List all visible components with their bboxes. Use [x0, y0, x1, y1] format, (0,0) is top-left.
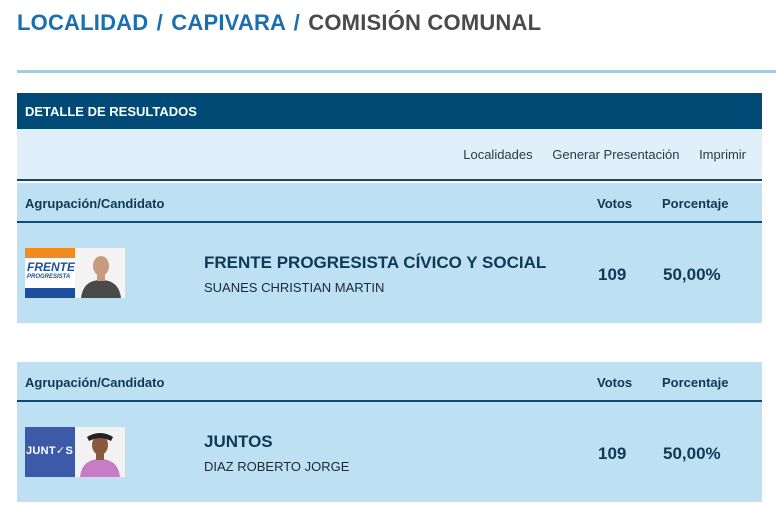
party-name: FRENTE PROGRESISTA CÍVICO Y SOCIAL — [204, 253, 547, 272]
column-header-agrupacion: Agrupación/Candidato — [25, 375, 165, 390]
juntos-logo: JUNT✓S — [25, 427, 75, 477]
frente-progresista-logo: FRENTE PROGRESISTA — [25, 248, 75, 298]
result-row: FRENTE PROGRESISTA FRENTE PROGRESISTA CÍ… — [17, 223, 762, 323]
votes-value: 109 — [598, 444, 627, 463]
column-header-votos: Votos — [597, 196, 633, 211]
result-block: Agrupación/Candidato Votos Porcentaje JU… — [17, 362, 762, 502]
table-header: Agrupación/Candidato Votos Porcentaje — [17, 362, 762, 402]
column-header-agrupacion: Agrupación/Candidato — [25, 196, 165, 211]
percentage-value: 50,00% — [663, 265, 721, 284]
breadcrumb-separator: / — [293, 10, 300, 35]
column-header-porcentaje: Porcentaje — [662, 196, 729, 211]
breadcrumb-separator: / — [156, 10, 163, 35]
page-title: COMISIÓN COMUNAL — [308, 10, 542, 35]
candidate-photo — [75, 248, 125, 298]
column-header-votos: Votos — [597, 375, 633, 390]
candidate-photo — [75, 427, 125, 477]
panel-toolbar: Localidades Generar Presentación Imprimi… — [17, 129, 762, 181]
imprimir-link[interactable]: Imprimir — [699, 147, 746, 162]
table-header: Agrupación/Candidato Votos Porcentaje — [17, 183, 762, 223]
votes-value: 109 — [598, 265, 627, 284]
result-row: JUNT✓S JUNTOS DIAZ ROBERTO JORGE 109 50,… — [17, 402, 762, 502]
breadcrumb-localidad-link[interactable]: LOCALIDAD — [17, 10, 148, 35]
candidate-name: SUANES CHRISTIAN MARTIN — [204, 280, 385, 295]
localidades-link[interactable]: Localidades — [463, 147, 532, 162]
candidate-name: DIAZ ROBERTO JORGE — [204, 459, 350, 474]
breadcrumb: LOCALIDAD / CAPIVARA / COMISIÓN COMUNAL — [17, 10, 541, 36]
title-divider — [17, 70, 776, 73]
party-name: JUNTOS — [204, 432, 273, 451]
generar-presentacion-link[interactable]: Generar Presentación — [552, 147, 679, 162]
result-block: Agrupación/Candidato Votos Porcentaje FR… — [17, 183, 762, 323]
breadcrumb-capivara-link[interactable]: CAPIVARA — [171, 10, 285, 35]
percentage-value: 50,00% — [663, 444, 721, 463]
column-header-porcentaje: Porcentaje — [662, 375, 729, 390]
panel-header: DETALLE DE RESULTADOS — [17, 93, 762, 129]
